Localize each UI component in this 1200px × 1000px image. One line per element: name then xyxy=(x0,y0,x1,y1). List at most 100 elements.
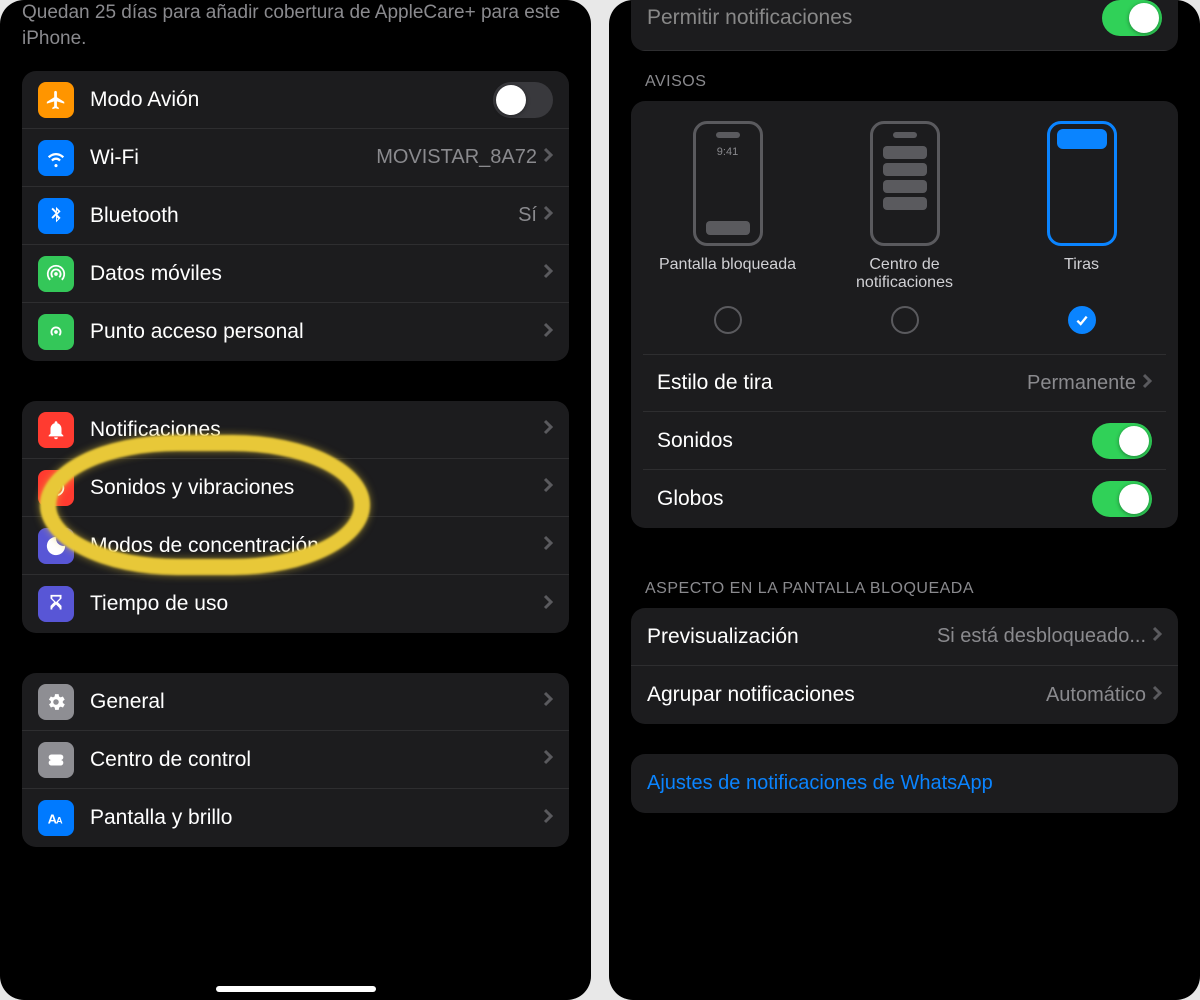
bell-icon xyxy=(38,412,74,448)
alert-style-options: 9:41 Pantalla bloqueada Centro de notifi… xyxy=(643,121,1166,340)
chevron-right-icon xyxy=(1152,626,1162,647)
chevron-right-icon xyxy=(543,691,553,712)
applecare-note: Quedan 25 días para añadir cobertura de … xyxy=(22,0,569,71)
notification-settings-screenshot: Permitir notificaciones AVISOS 9:41 Pant… xyxy=(609,0,1200,1000)
lockscreen-option[interactable]: 9:41 Pantalla bloqueada xyxy=(643,121,812,340)
banners-option[interactable]: Tiras xyxy=(997,121,1166,340)
screentime-row[interactable]: Tiempo de uso xyxy=(22,575,569,633)
chevron-right-icon xyxy=(1142,373,1152,394)
wifi-label: Wi-Fi xyxy=(90,146,376,170)
cellular-label: Datos móviles xyxy=(90,262,543,286)
sounds-row[interactable]: Sonidos y vibraciones xyxy=(22,459,569,517)
alert-rows: Estilo de tira Permanente Sonidos Globos xyxy=(643,354,1166,528)
chevron-right-icon xyxy=(543,477,553,498)
focus-row[interactable]: Modos de concentración xyxy=(22,517,569,575)
airplane-icon xyxy=(38,82,74,118)
lockscreen-preview-icon: 9:41 xyxy=(693,121,763,246)
focus-label: Modos de concentración xyxy=(90,534,543,558)
chevron-right-icon xyxy=(543,594,553,615)
moon-icon xyxy=(38,528,74,564)
grouping-value: Automático xyxy=(1046,684,1146,707)
sounds-label: Sonidos y vibraciones xyxy=(90,476,543,500)
wifi-row[interactable]: Wi-Fi MOVISTAR_8A72 xyxy=(22,129,569,187)
hotspot-label: Punto acceso personal xyxy=(90,320,543,344)
chevron-right-icon xyxy=(543,419,553,440)
chevron-right-icon xyxy=(543,147,553,168)
wifi-icon xyxy=(38,140,74,176)
system-group: General Centro de control AA Pantalla y … xyxy=(22,673,569,847)
bluetooth-row[interactable]: Bluetooth Sí xyxy=(22,187,569,245)
sounds-toggle[interactable] xyxy=(1092,423,1152,459)
banner-preview-icon xyxy=(1047,121,1117,246)
notif-center-radio[interactable] xyxy=(891,306,919,334)
display-label: Pantalla y brillo xyxy=(90,806,543,830)
chevron-right-icon xyxy=(543,535,553,556)
bluetooth-label: Bluetooth xyxy=(90,204,518,228)
preview-value: Si está desbloqueado... xyxy=(937,625,1146,648)
chevron-right-icon xyxy=(543,263,553,284)
chevron-right-icon xyxy=(543,749,553,770)
notifications-row[interactable]: Notificaciones xyxy=(22,401,569,459)
banner-radio[interactable] xyxy=(1068,306,1096,334)
allow-notifications-row[interactable]: Permitir notificaciones xyxy=(631,0,1178,51)
banner-style-row[interactable]: Estilo de tira Permanente xyxy=(643,354,1166,412)
badges-label: Globos xyxy=(657,487,1092,511)
banner-style-value: Permanente xyxy=(1027,372,1136,395)
allow-label: Permitir notificaciones xyxy=(647,6,852,30)
bluetooth-value: Sí xyxy=(518,204,537,227)
cellular-row[interactable]: Datos móviles xyxy=(22,245,569,303)
hotspot-row[interactable]: Punto acceso personal xyxy=(22,303,569,361)
display-row[interactable]: AA Pantalla y brillo xyxy=(22,789,569,847)
attention-group: Notificaciones Sonidos y vibraciones Mod… xyxy=(22,401,569,633)
sounds-label: Sonidos xyxy=(657,429,1092,453)
chevron-right-icon xyxy=(1152,685,1162,706)
general-row[interactable]: General xyxy=(22,673,569,731)
gear-icon xyxy=(38,684,74,720)
control-center-label: Centro de control xyxy=(90,748,543,772)
allow-group: Permitir notificaciones xyxy=(631,0,1178,51)
settings-root-screenshot: Quedan 25 días para añadir cobertura de … xyxy=(0,0,591,1000)
badges-toggle[interactable] xyxy=(1092,481,1152,517)
lockscreen-radio[interactable] xyxy=(714,306,742,334)
banner-style-label: Estilo de tira xyxy=(657,371,1027,395)
chevron-right-icon xyxy=(543,205,553,226)
screentime-label: Tiempo de uso xyxy=(90,592,543,616)
grouping-label: Agrupar notificaciones xyxy=(647,683,1046,707)
whatsapp-link-label: Ajustes de notificaciones de WhatsApp xyxy=(647,772,993,794)
wifi-value: MOVISTAR_8A72 xyxy=(376,146,537,169)
alerts-card: 9:41 Pantalla bloqueada Centro de notifi… xyxy=(631,101,1178,528)
preview-row[interactable]: Previsualización Si está desbloqueado... xyxy=(631,608,1178,666)
home-indicator[interactable] xyxy=(216,986,376,992)
banner-label: Tiras xyxy=(1064,256,1099,296)
connectivity-group: Modo Avión Wi-Fi MOVISTAR_8A72 Bluetooth… xyxy=(22,71,569,361)
switches-icon xyxy=(38,742,74,778)
hotspot-icon xyxy=(38,314,74,350)
bluetooth-icon xyxy=(38,198,74,234)
avisos-header: AVISOS xyxy=(631,51,1178,101)
text-size-icon: AA xyxy=(38,800,74,836)
chevron-right-icon xyxy=(543,808,553,829)
airplane-mode-row[interactable]: Modo Avión xyxy=(22,71,569,129)
control-center-row[interactable]: Centro de control xyxy=(22,731,569,789)
badges-row[interactable]: Globos xyxy=(643,470,1166,528)
whatsapp-settings-link[interactable]: Ajustes de notificaciones de WhatsApp xyxy=(631,754,1178,813)
lockscreen-label: Pantalla bloqueada xyxy=(659,256,796,296)
notif-center-label: Centro de notificaciones xyxy=(820,256,989,296)
notification-center-option[interactable]: Centro de notificaciones xyxy=(820,121,989,340)
speaker-icon xyxy=(38,470,74,506)
grouping-row[interactable]: Agrupar notificaciones Automático xyxy=(631,666,1178,724)
lockscreen-appearance-header: ASPECTO EN LA PANTALLA BLOQUEADA xyxy=(631,558,1178,608)
airplane-toggle[interactable] xyxy=(493,82,553,118)
general-label: General xyxy=(90,690,543,714)
svg-text:A: A xyxy=(56,816,63,826)
notifications-label: Notificaciones xyxy=(90,418,543,442)
hourglass-icon xyxy=(38,586,74,622)
preview-label: Previsualización xyxy=(647,625,937,649)
lockscreen-group: Previsualización Si está desbloqueado...… xyxy=(631,608,1178,724)
chevron-right-icon xyxy=(543,322,553,343)
airplane-label: Modo Avión xyxy=(90,88,493,112)
antenna-icon xyxy=(38,256,74,292)
notif-center-preview-icon xyxy=(870,121,940,246)
sounds-row[interactable]: Sonidos xyxy=(643,412,1166,470)
allow-toggle[interactable] xyxy=(1102,0,1162,36)
